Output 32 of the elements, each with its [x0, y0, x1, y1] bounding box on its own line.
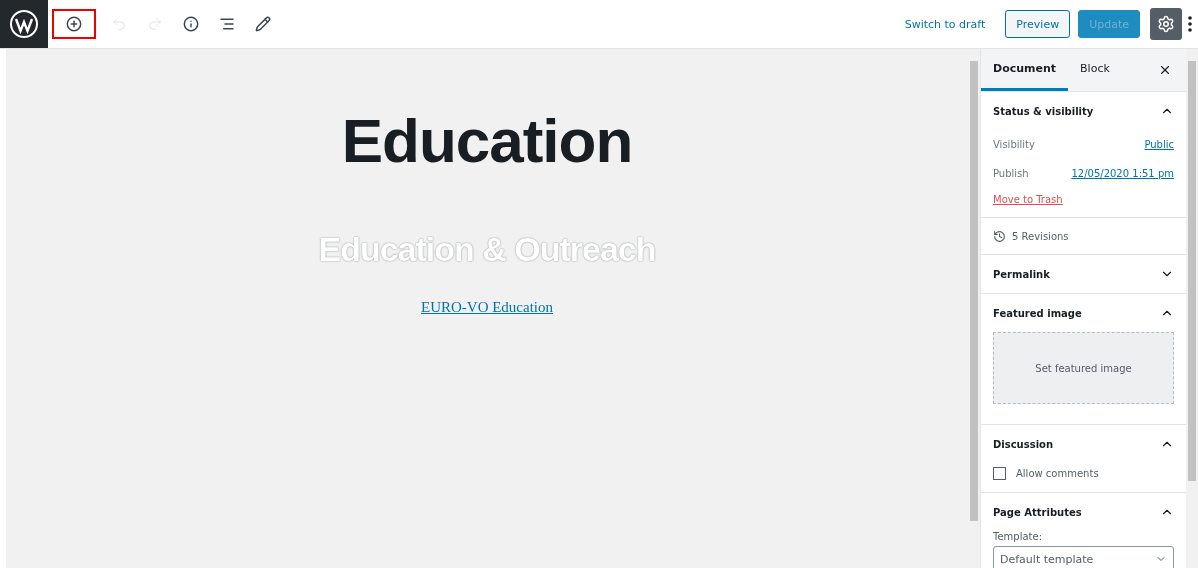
- content-link[interactable]: EURO-VO Education: [420, 299, 554, 316]
- template-select[interactable]: Default template: [993, 546, 1174, 568]
- scrollbar-thumb[interactable]: [970, 61, 978, 521]
- switch-to-draft-link[interactable]: Switch to draft: [904, 17, 986, 31]
- preview-button[interactable]: Preview: [1005, 10, 1071, 38]
- field-link[interactable]: 12/05/2020 1:51 pm: [1071, 168, 1174, 179]
- settings-button[interactable]: [1150, 8, 1182, 40]
- scrollbar-thumb[interactable]: [1188, 61, 1196, 481]
- more-icon: [1188, 16, 1192, 32]
- sidebar-tab[interactable]: Document: [981, 49, 1069, 91]
- logo[interactable]: [0, 0, 48, 48]
- panel-header[interactable]: Page Attributes: [993, 493, 1174, 531]
- sidebar-tab[interactable]: Block: [1068, 49, 1122, 91]
- panel-header[interactable]: Featured image: [993, 294, 1174, 332]
- add-button[interactable]: [52, 9, 96, 39]
- revisions-link[interactable]: 5 Revisions: [993, 218, 1174, 254]
- field-label: Publish: [993, 168, 1029, 179]
- panel-header[interactable]: Status & visibility: [993, 92, 1174, 130]
- set-featured-image-button[interactable]: Set featured image: [993, 332, 1174, 404]
- field-label: Visibility: [993, 139, 1035, 150]
- checkbox-label: Allow comments: [1016, 468, 1099, 479]
- panel-header[interactable]: Permalink: [993, 255, 1174, 293]
- panel-header[interactable]: Discussion: [993, 425, 1174, 463]
- close-icon: [1158, 63, 1172, 77]
- settings-icon: [1157, 15, 1175, 33]
- field-link[interactable]: Public: [1144, 139, 1174, 150]
- page-title: Education: [341, 105, 633, 176]
- checkbox[interactable]: [993, 467, 1006, 480]
- history-icon: [993, 229, 1006, 243]
- field-label: Template:: [993, 531, 1043, 542]
- trash-link[interactable]: Move to Trash: [993, 188, 1174, 217]
- logo-icon: [9, 9, 39, 39]
